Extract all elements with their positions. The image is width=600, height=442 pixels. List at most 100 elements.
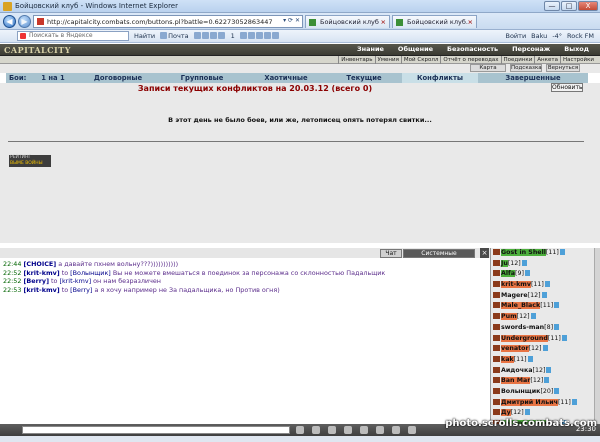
info-icon[interactable] bbox=[554, 323, 560, 330]
tab-current[interactable]: Текущие bbox=[326, 73, 402, 83]
tab-close-icon[interactable]: × bbox=[468, 16, 473, 28]
player-name[interactable]: venator bbox=[501, 345, 529, 353]
info-icon[interactable] bbox=[554, 302, 560, 309]
menu-exit[interactable]: Выход bbox=[557, 45, 596, 53]
online-player[interactable]: Male_Black[11] bbox=[491, 301, 600, 312]
info-icon[interactable] bbox=[544, 377, 550, 384]
chat-input[interactable] bbox=[22, 426, 290, 434]
player-name[interactable]: Alfa bbox=[501, 270, 516, 278]
online-player[interactable]: Pum[12] bbox=[491, 312, 600, 323]
online-player[interactable]: venator[12] bbox=[491, 344, 600, 355]
yandex-search-input[interactable]: Поискать в Яндексе bbox=[17, 31, 129, 41]
info-icon[interactable] bbox=[544, 281, 550, 288]
tab-group[interactable]: Групповые bbox=[158, 73, 246, 83]
tab-finished[interactable]: Завершенные bbox=[478, 73, 588, 83]
msg-to-nick[interactable]: [Волынщик] bbox=[70, 269, 111, 277]
chat-close-icon[interactable]: × bbox=[480, 248, 489, 258]
weather-city[interactable]: Baku bbox=[531, 32, 547, 40]
player-name[interactable]: Underground bbox=[501, 334, 548, 342]
refresh-button[interactable]: Обновить bbox=[551, 83, 583, 92]
filter-icon[interactable] bbox=[344, 426, 352, 434]
online-player[interactable]: Волынщик[20] bbox=[491, 387, 600, 398]
minimize-button[interactable]: — bbox=[544, 1, 560, 11]
player-name[interactable]: Дмитрий Ильич bbox=[501, 398, 558, 406]
submenu-inventory[interactable]: Инвентарь bbox=[338, 56, 374, 64]
mail-button[interactable]: Почта bbox=[160, 32, 189, 40]
info-icon[interactable] bbox=[542, 345, 548, 352]
translit-icon[interactable] bbox=[376, 426, 384, 434]
address-input[interactable]: http://capitalcity.combats.com/buttons.p… bbox=[33, 15, 303, 28]
settings-icon[interactable] bbox=[408, 426, 416, 434]
info-icon[interactable] bbox=[554, 387, 560, 394]
player-name[interactable]: Волынщик bbox=[501, 388, 540, 395]
online-player[interactable]: kak[11] bbox=[491, 355, 600, 366]
msg-nick[interactable]: [Berry] bbox=[23, 277, 49, 285]
close-button[interactable]: X bbox=[578, 1, 598, 11]
info-icon[interactable] bbox=[530, 313, 536, 320]
info-icon[interactable] bbox=[559, 249, 565, 255]
radio-button[interactable]: Rock FM bbox=[567, 32, 594, 40]
toolbar-icons[interactable] bbox=[193, 32, 226, 40]
menu-security[interactable]: Безопасность bbox=[440, 45, 505, 53]
info-icon[interactable] bbox=[561, 334, 567, 341]
player-name[interactable]: Male_Black bbox=[501, 302, 541, 310]
online-player[interactable]: Underground[11] bbox=[491, 334, 600, 345]
send-icon[interactable] bbox=[296, 426, 304, 434]
online-player[interactable]: Magere[12] bbox=[491, 291, 600, 302]
browser-tab-2[interactable]: Бойцовский клуб. × bbox=[392, 15, 477, 28]
smiles-icon[interactable] bbox=[328, 426, 336, 434]
tab-conflicts[interactable]: Конфликты bbox=[402, 73, 478, 83]
msg-to-nick[interactable]: [krit-kmv] bbox=[59, 277, 91, 285]
player-name[interactable]: kak bbox=[501, 355, 514, 363]
maximize-button[interactable]: □ bbox=[561, 1, 577, 11]
world-map-button[interactable]: Карта миров bbox=[470, 64, 506, 78]
info-icon[interactable] bbox=[521, 259, 527, 266]
rating-banner[interactable]: РЕЙТИНГ ВЫМЕ ВОЙНЫ bbox=[9, 155, 51, 167]
clear-icon[interactable] bbox=[312, 426, 320, 434]
back-button[interactable]: ◀ bbox=[3, 15, 16, 28]
submenu-profile[interactable]: Анкета bbox=[534, 56, 560, 64]
tab-close-icon[interactable]: × bbox=[381, 16, 386, 28]
login-button[interactable]: Войти bbox=[506, 32, 527, 40]
tab-agreed[interactable]: Договорные bbox=[78, 73, 158, 83]
sound-icon[interactable] bbox=[360, 426, 368, 434]
info-icon[interactable] bbox=[571, 398, 577, 405]
counter-badge[interactable]: 1 bbox=[231, 32, 235, 40]
online-player[interactable]: Alfa[9] bbox=[491, 269, 600, 280]
player-name[interactable]: Ду bbox=[501, 409, 511, 417]
submenu-transfers[interactable]: Отчёт о переводах bbox=[440, 56, 500, 64]
info-icon[interactable] bbox=[524, 409, 530, 416]
submenu-skills[interactable]: Умения bbox=[374, 56, 401, 64]
menu-character[interactable]: Персонаж bbox=[505, 45, 557, 53]
submenu-battles[interactable]: Поединки bbox=[500, 56, 535, 64]
return-button[interactable]: Вернуться bbox=[546, 64, 580, 72]
tab-system-messages[interactable]: Системные сообщения bbox=[403, 249, 475, 265]
info-icon[interactable] bbox=[546, 366, 552, 373]
online-scrollbar[interactable] bbox=[594, 248, 600, 424]
player-name[interactable]: Magere bbox=[501, 292, 528, 299]
tab-chat[interactable]: Чат bbox=[380, 249, 402, 258]
find-button[interactable]: Найти bbox=[134, 32, 155, 40]
online-player[interactable]: krit-kmv[11] bbox=[491, 280, 600, 291]
msg-nick[interactable]: [CHOICE] bbox=[23, 260, 56, 268]
info-icon[interactable] bbox=[541, 291, 547, 298]
online-player[interactable]: swords-man[8] bbox=[491, 323, 600, 334]
online-player[interactable]: Gost in Shell[11] bbox=[491, 248, 600, 259]
submenu-my-scroll[interactable]: Мой Скролл bbox=[400, 56, 440, 64]
menu-communication[interactable]: Общение bbox=[391, 45, 440, 53]
msg-nick[interactable]: [krit-kmv] bbox=[23, 286, 59, 294]
refresh-stop-icons[interactable]: ▾ ⟳ ✕ bbox=[283, 17, 300, 24]
online-player[interactable]: Ju[12] bbox=[491, 259, 600, 270]
player-name[interactable]: Аидочка bbox=[501, 367, 533, 374]
player-name[interactable]: krit-kmv bbox=[501, 281, 531, 289]
hint-button[interactable]: Подсказка bbox=[510, 64, 542, 72]
player-name[interactable]: Gost in Shell bbox=[501, 249, 546, 256]
online-player[interactable]: Аидочка[12] bbox=[491, 366, 600, 377]
player-name[interactable]: swords-man bbox=[501, 324, 544, 331]
player-name[interactable]: Pum bbox=[501, 313, 517, 321]
info-icon[interactable] bbox=[527, 355, 533, 362]
log-icon[interactable] bbox=[392, 426, 400, 434]
forward-button[interactable]: ▶ bbox=[18, 15, 31, 28]
browser-tab-1[interactable]: Бойцовский клуб × bbox=[305, 15, 390, 28]
tab-chaotic[interactable]: Хаотичные bbox=[246, 73, 326, 83]
